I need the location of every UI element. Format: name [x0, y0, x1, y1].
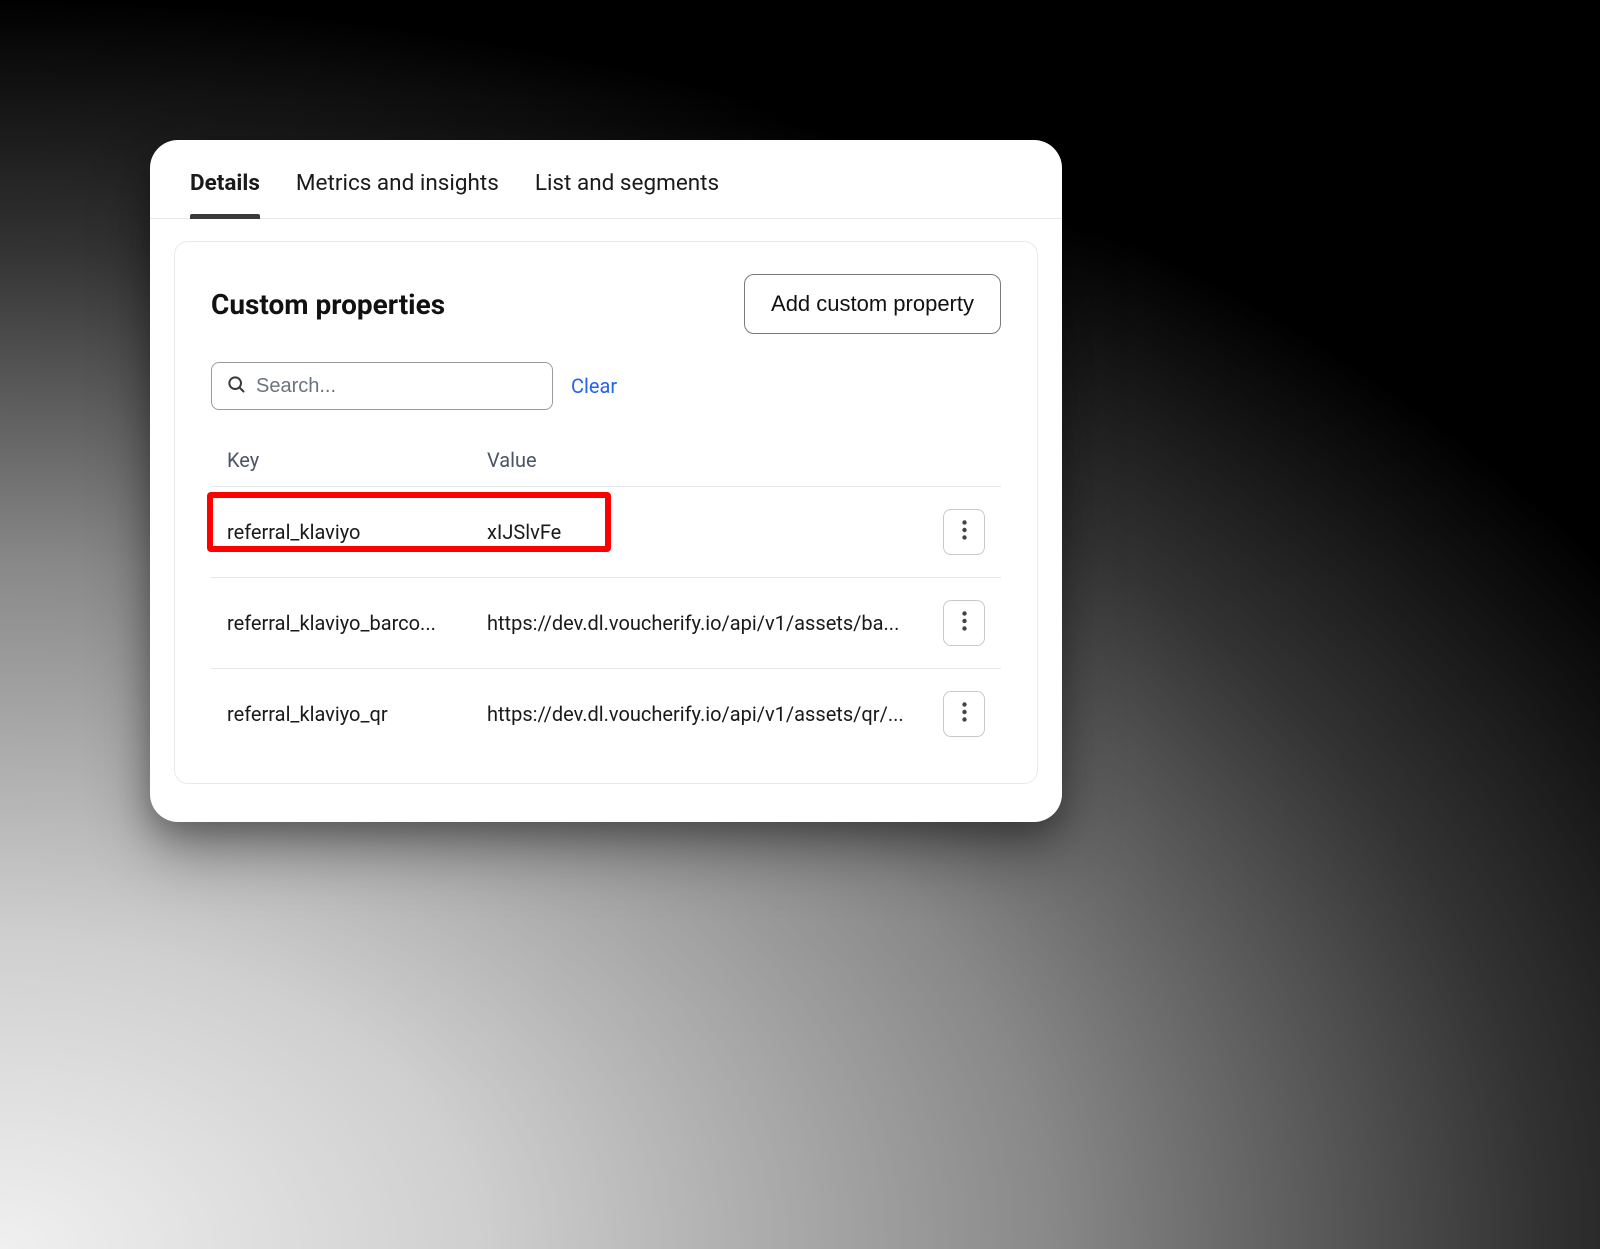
properties-table: Key Value referral_klaviyo xIJSlvFe ref [211, 434, 1001, 759]
clear-link[interactable]: Clear [571, 374, 617, 398]
search-box[interactable] [211, 362, 553, 410]
table-header: Key Value [211, 434, 1001, 487]
search-icon [226, 374, 246, 398]
column-header-value: Value [487, 448, 925, 472]
cell-value: https://dev.dl.voucherify.io/api/v1/asse… [487, 611, 925, 635]
app-window: Details Metrics and insights List and se… [150, 140, 1062, 822]
table-row: referral_klaviyo xIJSlvFe [211, 487, 1001, 578]
tab-metrics-insights[interactable]: Metrics and insights [296, 164, 499, 218]
row-actions-button[interactable] [943, 691, 985, 737]
cell-key: referral_klaviyo [227, 520, 487, 544]
kebab-icon [962, 611, 967, 636]
table-row: referral_klaviyo_qr https://dev.dl.vouch… [211, 669, 1001, 759]
search-row: Clear [211, 362, 1001, 410]
row-actions-button[interactable] [943, 600, 985, 646]
cell-key: referral_klaviyo_barco... [227, 611, 487, 635]
row-actions-button[interactable] [943, 509, 985, 555]
tab-details[interactable]: Details [190, 164, 260, 218]
table-row: referral_klaviyo_barco... https://dev.dl… [211, 578, 1001, 669]
search-input[interactable] [256, 375, 538, 398]
card-header: Custom properties Add custom property [211, 274, 1001, 334]
cell-value: https://dev.dl.voucherify.io/api/v1/asse… [487, 702, 925, 726]
column-header-key: Key [227, 448, 487, 472]
add-custom-property-button[interactable]: Add custom property [744, 274, 1001, 334]
cell-value: xIJSlvFe [487, 520, 925, 544]
card-title: Custom properties [211, 288, 445, 321]
custom-properties-card: Custom properties Add custom property Cl… [174, 241, 1038, 784]
tabs-nav: Details Metrics and insights List and se… [150, 140, 1062, 219]
kebab-icon [962, 520, 967, 545]
cell-key: referral_klaviyo_qr [227, 702, 487, 726]
tab-list-segments[interactable]: List and segments [535, 164, 719, 218]
kebab-icon [962, 702, 967, 727]
